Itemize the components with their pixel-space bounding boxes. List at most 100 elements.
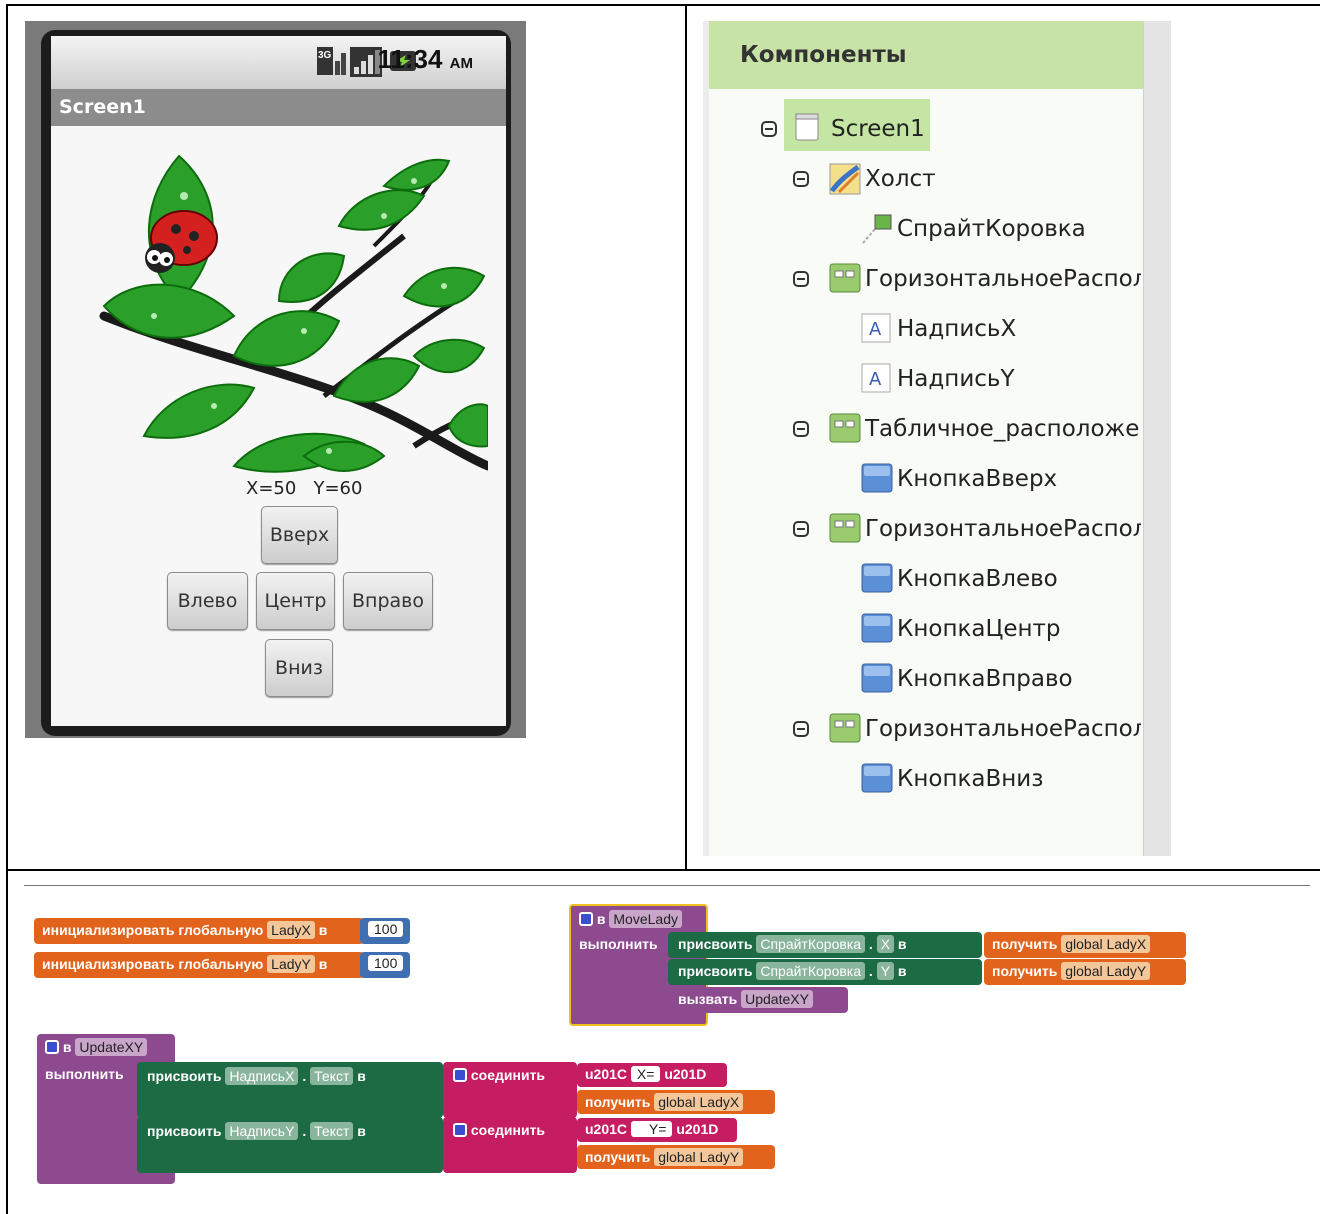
tree-item[interactable]: ГоризонтальноеРасполо xyxy=(829,257,1141,301)
text-value-x[interactable]: X= xyxy=(630,1066,661,1082)
tree-item[interactable]: ГоризонтальноеРасполо xyxy=(829,707,1141,751)
tree-item[interactable]: Табличное_расположен xyxy=(829,407,1141,451)
tree-item-label: ГоризонтальноеРасполо xyxy=(865,266,1141,292)
component-labely[interactable]: НадписьY xyxy=(225,1122,299,1140)
collapse-toggle-icon[interactable] xyxy=(793,721,809,737)
global-var-ladyx[interactable]: global LadyX xyxy=(1061,935,1151,953)
button-center[interactable]: Центр xyxy=(256,572,335,630)
collapse-toggle-icon[interactable] xyxy=(761,121,777,137)
gear-icon[interactable] xyxy=(453,1123,467,1137)
button-right[interactable]: Вправо xyxy=(343,572,433,630)
init-global-label: инициализировать глобальную xyxy=(42,922,264,938)
property-x[interactable]: X xyxy=(876,935,895,953)
get-label: получить xyxy=(585,1149,651,1165)
init-global-ladyy-block[interactable]: инициализировать глобальную LadyY в xyxy=(34,952,364,978)
tree-item[interactable]: A НадписьX xyxy=(861,307,1016,351)
proc-name-movelady[interactable]: MoveLady xyxy=(609,910,682,928)
tree-item[interactable]: КнопкаВправо xyxy=(861,657,1073,701)
network-3g-label: 3G xyxy=(318,50,332,61)
global-var-ladyy[interactable]: global LadyY xyxy=(1061,962,1151,980)
in-label: в xyxy=(897,963,907,979)
components-scrollbar[interactable] xyxy=(1143,21,1171,856)
number-block-y[interactable]: 100 xyxy=(360,952,410,978)
set-labelx-text-block[interactable]: присвоить НадписьX . Текст в xyxy=(137,1062,443,1118)
global-var-ladyy[interactable]: global LadyY xyxy=(654,1148,744,1166)
property-y[interactable]: Y xyxy=(876,962,895,980)
tree-item-label: КнопкаЦентр xyxy=(897,616,1061,642)
gear-icon[interactable] xyxy=(45,1040,59,1054)
button-up[interactable]: Вверх xyxy=(261,506,338,564)
dot-label: . xyxy=(302,1123,307,1139)
tree-item[interactable]: СпрайтКоровка xyxy=(861,207,1086,251)
tree-item-label: КнопкаВлево xyxy=(897,566,1058,592)
set-labely-text-block[interactable]: присвоить НадписьY . Текст в xyxy=(137,1117,443,1173)
tree-item[interactable]: ГоризонтальноеРасполо xyxy=(829,507,1141,551)
collapse-toggle-icon[interactable] xyxy=(793,271,809,287)
sprite-icon xyxy=(861,213,897,245)
tree-item-label: НадписьY xyxy=(897,366,1015,392)
get-global-ladyy-block[interactable]: получить global LadyY xyxy=(577,1145,775,1169)
gear-icon[interactable] xyxy=(453,1068,467,1082)
component-sprite[interactable]: СпрайтКоровка xyxy=(756,935,866,953)
tree-item[interactable]: Холст xyxy=(829,157,936,201)
text-value-y[interactable]: Y= xyxy=(630,1121,673,1137)
quote-close: u201D xyxy=(676,1121,719,1137)
gear-icon[interactable] xyxy=(579,912,593,926)
get-global-ladyy-block[interactable]: получить global LadyY xyxy=(984,959,1186,985)
set-sprite-x-block[interactable]: присвоить СпрайтКоровка . X в xyxy=(668,932,982,958)
text-block-x[interactable]: u201C X= u201D xyxy=(577,1063,727,1087)
collapse-toggle-icon[interactable] xyxy=(793,421,809,437)
join-block-x[interactable]: соединить xyxy=(443,1062,577,1118)
tree-item-label: ГоризонтальноеРасполо xyxy=(865,716,1141,742)
tree-item[interactable]: КнопкаЦентр xyxy=(861,607,1061,651)
do-label: выполнить xyxy=(579,936,658,952)
proc-name-updatexy[interactable]: UpdateXY xyxy=(75,1038,148,1056)
var-name-ladyy[interactable]: LadyY xyxy=(267,955,315,973)
quote-open: u201C xyxy=(585,1121,628,1137)
collapse-toggle-icon[interactable] xyxy=(793,521,809,537)
status-time: 11:34 AM xyxy=(377,44,473,75)
init-global-ladyx-block[interactable]: инициализировать глобальную LadyX в xyxy=(34,918,364,944)
button-left[interactable]: Влево xyxy=(167,572,248,630)
tree-item-label: КнопкаВправо xyxy=(897,666,1073,692)
number-value-y[interactable]: 100 xyxy=(368,955,404,971)
status-bar: 3G 11:34 AM xyxy=(51,36,506,89)
var-name-ladyx[interactable]: LadyX xyxy=(267,921,315,939)
component-labelx[interactable]: НадписьX xyxy=(225,1067,299,1085)
tree-item[interactable]: A НадписьY xyxy=(861,357,1015,401)
global-var-ladyx[interactable]: global LadyX xyxy=(654,1093,744,1111)
coords-label: X=50 Y=60 xyxy=(246,478,363,499)
tree-item[interactable]: КнопкаВниз xyxy=(861,757,1043,801)
blocks-workspace: инициализировать глобальную LadyX в 100 … xyxy=(0,886,1320,1214)
number-value-x[interactable]: 100 xyxy=(368,921,404,937)
table-divider-horizontal xyxy=(6,869,1320,871)
get-global-ladyx-block[interactable]: получить global LadyX xyxy=(577,1090,775,1114)
proc-name-updatexy[interactable]: UpdateXY xyxy=(741,990,813,1008)
button-icon xyxy=(861,463,897,495)
join-block-y[interactable]: соединить xyxy=(443,1117,577,1173)
dot-label: . xyxy=(868,963,873,979)
quote-open: u201C xyxy=(585,1066,628,1082)
collapse-toggle-icon[interactable] xyxy=(793,171,809,187)
button-icon xyxy=(861,663,897,695)
tree-item[interactable]: Screen1 xyxy=(795,107,925,151)
app-titlebar: Screen1 xyxy=(51,89,506,126)
component-sprite[interactable]: СпрайтКоровка xyxy=(756,962,866,980)
tree-item[interactable]: КнопкаВверх xyxy=(861,457,1057,501)
set-sprite-y-block[interactable]: присвоить СпрайтКоровка . Y в xyxy=(668,959,982,985)
table-divider-vertical xyxy=(685,4,687,870)
canvas-image[interactable] xyxy=(84,126,488,478)
get-global-ladyx-block[interactable]: получить global LadyX xyxy=(984,932,1186,958)
set-label: присвоить xyxy=(147,1068,222,1084)
text-block-y[interactable]: u201C Y= u201D xyxy=(577,1118,737,1142)
property-text[interactable]: Текст xyxy=(310,1122,354,1140)
property-text[interactable]: Текст xyxy=(310,1067,354,1085)
tree-item-label: КнопкаВверх xyxy=(897,466,1058,492)
in-label: в xyxy=(897,936,907,952)
button-down[interactable]: Вниз xyxy=(265,639,333,697)
arrangement-icon xyxy=(829,713,865,745)
tree-item[interactable]: КнопкаВлево xyxy=(861,557,1058,601)
call-updatexy-block[interactable]: вызвать UpdateXY xyxy=(668,987,848,1013)
number-block-x[interactable]: 100 xyxy=(360,918,410,944)
in-label: в xyxy=(357,1068,366,1084)
